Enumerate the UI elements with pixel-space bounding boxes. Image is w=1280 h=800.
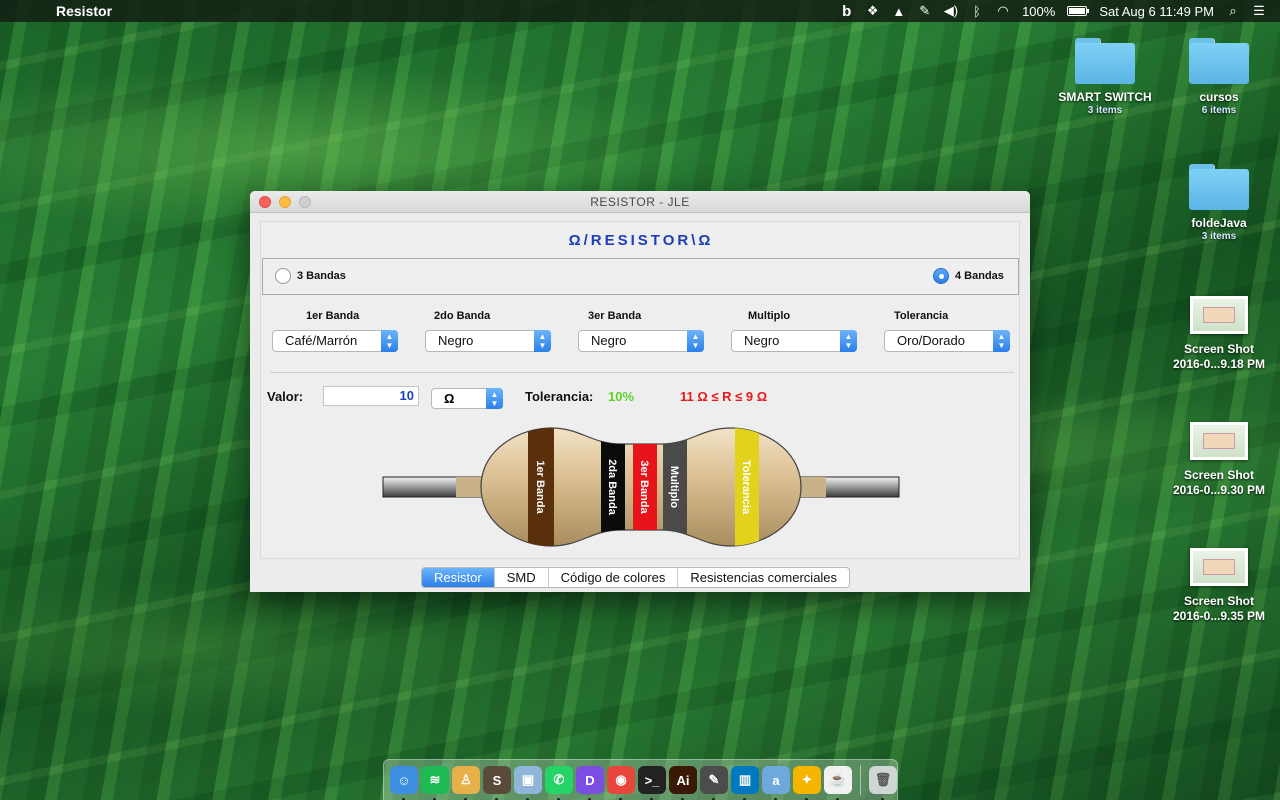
select-3er-banda[interactable]: Negro ▲ ▼ [578,330,704,352]
apple-menu-icon[interactable] [20,3,36,19]
resistor-panel: Ω/RESISTOR\Ω 3 Bandas 4 Bandas 1er Banda… [260,221,1020,559]
dropbox-icon[interactable]: ❖ [866,3,880,19]
battery-icon[interactable] [1067,6,1090,16]
dock-deezer-icon[interactable]: D [576,766,604,800]
select-multiplo[interactable]: Negro ▲ ▼ [731,330,857,352]
resistor-band-label-3: 3er Banda [638,460,650,514]
radio-4-bandas[interactable]: 4 Bandas [933,268,1004,284]
chevron-updown-icon: ▲ ▼ [486,388,503,409]
volume-icon[interactable]: ◀) [944,3,958,19]
app-menu-name[interactable]: Resistor [56,3,112,19]
menu-bar: Resistor b ❖ ▲ ✎ ◀) ᛒ ◠ 100% Sat Aug 6 1… [0,0,1280,22]
screenshot-thumbnail-icon [1190,296,1248,334]
chevron-updown-icon: ▲ ▼ [993,330,1010,352]
desktop-folder-foldejava[interactable]: foldeJava 3 items [1164,164,1274,243]
evernote-icon[interactable]: ✎ [918,3,932,19]
folder-icon [1075,38,1135,84]
chevron-updown-icon: ▲ ▼ [840,330,857,352]
select-2do-banda[interactable]: Negro ▲ ▼ [425,330,551,352]
zoom-window-button[interactable] [299,196,311,208]
tab-smd[interactable]: SMD [495,568,549,587]
label-3er-banda: 3er Banda [588,310,642,322]
battery-percent[interactable]: 100% [1022,3,1055,19]
folder-icon [1189,38,1249,84]
dock-preview-icon[interactable]: ♙ [452,766,480,800]
select-tolerancia[interactable]: Oro/Dorado ▲ ▼ [884,330,1010,352]
desktop-screenshot-2[interactable]: Screen Shot 2016-0...9.30 PM [1164,422,1274,498]
clock[interactable]: Sat Aug 6 11:49 PM [1099,3,1214,19]
resistor-window: RESISTOR - JLE Ω/RESISTOR\Ω 3 Bandas 4 B… [250,191,1030,592]
dock-separator [860,765,861,795]
dock-whatsapp-icon[interactable]: ✆ [545,766,573,800]
wifi-icon[interactable]: ◠ [996,3,1010,19]
desktop-folder-smart-switch[interactable]: SMART SWITCH 3 items [1050,38,1160,117]
tab-bar: Resistor SMD Código de colores Resistenc… [421,567,851,588]
label-tolerancia: Tolerancia [894,310,949,322]
select-1er-banda[interactable]: Café/Marrón ▲ ▼ [272,330,398,352]
close-window-button[interactable] [259,196,271,208]
valor-label: Valor: [267,389,304,404]
dock-terminal-icon[interactable]: >_ [638,766,666,800]
unit-select[interactable]: Ω ▲ ▼ [431,388,503,409]
dock-evernote-icon[interactable]: ✎ [700,766,728,800]
screenshot-thumbnail-icon [1190,422,1248,460]
tab-resistor[interactable]: Resistor [422,568,495,587]
band-count-group: 3 Bandas 4 Bandas [262,258,1019,295]
dock-virtualbox-icon[interactable]: ▣ [514,766,542,800]
valor-field[interactable]: 10 [323,386,419,406]
desktop-folder-cursos[interactable]: cursos 6 items [1164,38,1274,117]
status-menus: b ❖ ▲ ✎ ◀) ᛒ ◠ 100% Sat Aug 6 11:49 PM ⌕… [840,3,1266,20]
tolerancia-label: Tolerancia: [525,389,594,404]
chevron-updown-icon: ▲ ▼ [381,330,398,352]
notification-center-icon[interactable]: ☰ [1252,3,1266,19]
chevron-updown-icon: ▲ ▼ [687,330,704,352]
dock-chrome-icon[interactable]: ◉ [607,766,635,800]
folder-icon [1189,164,1249,210]
dock-sublime-text-icon[interactable]: S [483,766,511,800]
b-app-icon[interactable]: b [840,3,854,20]
resistance-range: 11 Ω ≤ R ≤ 9 Ω [680,389,768,404]
radio-indicator[interactable] [933,268,949,284]
resistor-band-label-4: Multiplo [668,466,680,508]
resistor-band-label-5: Tolerancia [740,460,752,515]
dock-amazon-icon[interactable]: a [762,766,790,800]
dock-idea-icon[interactable]: ✦ [793,766,821,800]
window-titlebar[interactable]: RESISTOR - JLE [250,191,1030,213]
dock: ☺ ≋ ♙ S ▣ ✆ D ◉ >_ Ai ✎ ▥ a ✦ ☕ 🗑 [383,759,898,800]
tab-codigo-de-colores[interactable]: Código de colores [549,568,679,587]
dock-illustrator-icon[interactable]: Ai [669,766,697,800]
dock-java-icon[interactable]: ☕ [824,766,852,800]
dock-trash-icon[interactable]: 🗑 [869,766,897,800]
google-drive-icon[interactable]: ▲ [892,3,906,19]
divider [270,372,1014,373]
label-multiplo: Multiplo [748,310,791,322]
label-1er-banda: 1er Banda [306,310,360,322]
desktop-screenshot-3[interactable]: Screen Shot 2016-0...9.35 PM [1164,548,1274,624]
tolerancia-value: 10% [608,389,635,404]
label-2do-banda: 2do Banda [434,310,491,322]
resistor-band-label-2: 2da Banda [606,459,618,516]
dock-spotify-icon[interactable]: ≋ [421,766,449,800]
window-title: RESISTOR - JLE [590,195,690,209]
resistor-band-label-1: 1er Banda [534,460,546,514]
chevron-updown-icon: ▲ ▼ [534,330,551,352]
radio-3-bandas[interactable]: 3 Bandas [275,268,346,284]
desktop-screenshot-1[interactable]: Screen Shot 2016-0...9.18 PM [1164,296,1274,372]
spotlight-search-icon[interactable]: ⌕ [1226,3,1240,19]
dock-finder-icon[interactable]: ☺ [390,766,418,800]
resistor-diagram: 1er Banda 2da Banda 3er Banda Multiplo Toler… [382,427,900,547]
tab-resistencias-comerciales[interactable]: Resistencias comerciales [678,568,849,587]
bluetooth-icon[interactable]: ᛒ [970,3,984,19]
minimize-window-button[interactable] [279,196,291,208]
screenshot-thumbnail-icon [1190,548,1248,586]
dock-trello-icon[interactable]: ▥ [731,766,759,800]
radio-indicator[interactable] [275,268,291,284]
page-title: Ω/RESISTOR\Ω [568,232,714,249]
